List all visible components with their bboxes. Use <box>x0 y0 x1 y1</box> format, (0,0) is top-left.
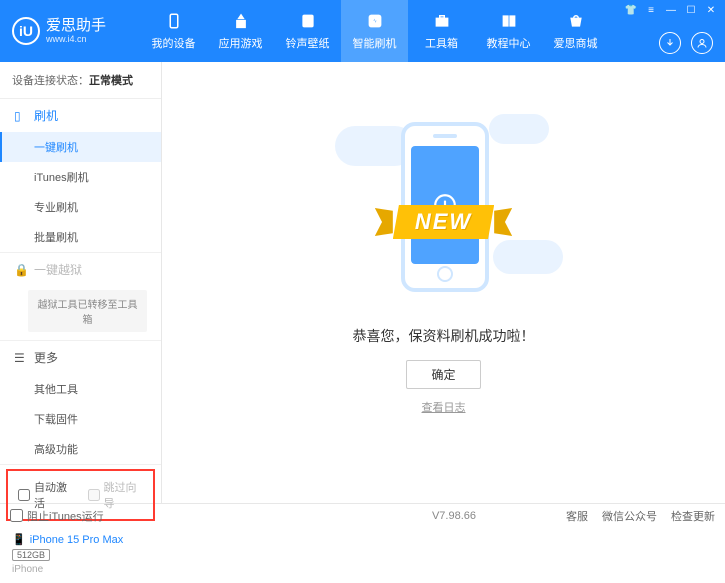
success-illustration: NEW <box>359 112 529 302</box>
minimize-button[interactable]: — <box>663 3 679 17</box>
ok-button[interactable]: 确定 <box>406 360 480 389</box>
tab-my-device[interactable]: 我的设备 <box>140 0 207 62</box>
window-controls: 👕 ≡ — ☐ ✕ <box>623 3 719 17</box>
more-icon: ☰ <box>14 351 28 365</box>
menu-button[interactable]: ≡ <box>643 3 659 17</box>
tab-apps[interactable]: 应用游戏 <box>207 0 274 62</box>
user-button[interactable] <box>691 32 713 54</box>
success-message: 恭喜您，保资料刷机成功啦！ <box>353 326 535 346</box>
auto-activate-checkbox[interactable]: 自动激活 <box>18 479 74 511</box>
new-ribbon: NEW <box>353 202 535 242</box>
tab-label: 智能刷机 <box>353 35 397 51</box>
block-itunes-checkbox[interactable]: 阻止iTunes运行 <box>10 508 104 524</box>
tab-store[interactable]: 爱思商城 <box>542 0 609 62</box>
footer-link-support[interactable]: 客服 <box>566 508 588 524</box>
logo-icon: iU <box>12 17 40 45</box>
flash-icon <box>365 11 385 31</box>
footer-link-update[interactable]: 检查更新 <box>671 508 715 524</box>
sidebar-item-pro[interactable]: 专业刷机 <box>0 192 161 222</box>
device-type: iPhone <box>12 564 149 575</box>
app-icon <box>231 11 251 31</box>
tab-ringtones[interactable]: 铃声壁纸 <box>274 0 341 62</box>
nav-tabs: 我的设备 应用游戏 铃声壁纸 智能刷机 工具箱 教程中心 爱思商城 <box>140 0 609 62</box>
tab-label: 工具箱 <box>425 35 458 51</box>
skin-button[interactable]: 👕 <box>623 3 639 17</box>
tab-label: 我的设备 <box>152 35 196 51</box>
device-status: 设备连接状态：正常模式 <box>0 62 161 99</box>
tab-label: 教程中心 <box>487 35 531 51</box>
version-label: V7.98.66 <box>432 510 476 522</box>
phone-icon: 📱 <box>12 533 26 546</box>
store-icon <box>566 11 586 31</box>
device-info: 📱 iPhone 15 Pro Max 512GB iPhone <box>0 525 161 583</box>
toolbox-icon <box>432 11 452 31</box>
tab-label: 铃声壁纸 <box>286 35 330 51</box>
main-content: NEW 恭喜您，保资料刷机成功啦！ 确定 查看日志 <box>162 62 725 503</box>
app-name: 爱思助手 <box>46 18 106 35</box>
tab-flash[interactable]: 智能刷机 <box>341 0 408 62</box>
skip-guide-checkbox[interactable]: 跳过向导 <box>88 479 144 511</box>
sidebar-item-advanced[interactable]: 高级功能 <box>0 434 161 464</box>
logo-area: iU 爱思助手 www.i4.cn <box>0 17 140 45</box>
sidebar: 设备连接状态：正常模式 ▯ 刷机 一键刷机 iTunes刷机 专业刷机 批量刷机… <box>0 62 162 503</box>
device-icon <box>164 11 184 31</box>
tab-label: 爱思商城 <box>554 35 598 51</box>
sidebar-header-flash[interactable]: ▯ 刷机 <box>0 99 161 132</box>
tab-tutorial[interactable]: 教程中心 <box>475 0 542 62</box>
app-url: www.i4.cn <box>46 34 106 44</box>
close-button[interactable]: ✕ <box>703 3 719 17</box>
sidebar-item-firmware[interactable]: 下载固件 <box>0 404 161 434</box>
footer-link-wechat[interactable]: 微信公众号 <box>602 508 657 524</box>
lock-icon: 🔒 <box>14 263 28 277</box>
device-name[interactable]: 📱 iPhone 15 Pro Max <box>12 533 149 546</box>
jailbreak-moved-note: 越狱工具已转移至工具箱 <box>28 290 147 332</box>
sidebar-item-oneclick[interactable]: 一键刷机 <box>0 132 161 162</box>
view-log-link[interactable]: 查看日志 <box>422 399 466 415</box>
sidebar-header-more[interactable]: ☰ 更多 <box>0 341 161 374</box>
app-header: iU 爱思助手 www.i4.cn 我的设备 应用游戏 铃声壁纸 智能刷机 工具… <box>0 0 725 62</box>
sidebar-header-jailbreak: 🔒 一键越狱 <box>0 253 161 286</box>
ringtone-icon <box>298 11 318 31</box>
maximize-button[interactable]: ☐ <box>683 3 699 17</box>
tab-toolbox[interactable]: 工具箱 <box>408 0 475 62</box>
download-button[interactable] <box>659 32 681 54</box>
tab-label: 应用游戏 <box>219 35 263 51</box>
sidebar-item-other-tools[interactable]: 其他工具 <box>0 374 161 404</box>
storage-badge: 512GB <box>12 549 50 561</box>
sidebar-item-itunes[interactable]: iTunes刷机 <box>0 162 161 192</box>
phone-icon: ▯ <box>14 109 28 123</box>
tutorial-icon <box>499 11 519 31</box>
sidebar-item-batch[interactable]: 批量刷机 <box>0 222 161 252</box>
